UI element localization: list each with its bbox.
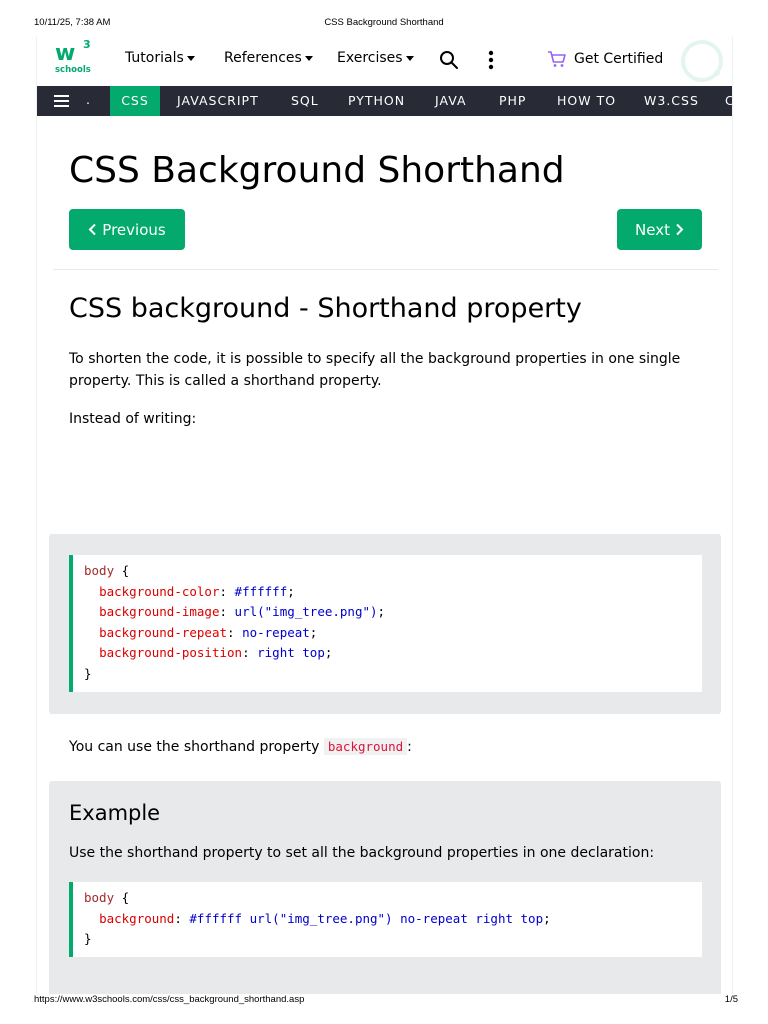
print-doc-title: CSS Background Shorthand bbox=[324, 17, 444, 28]
logo-sup: 3 bbox=[83, 38, 91, 51]
more-vertical-icon[interactable] bbox=[487, 50, 495, 70]
print-footer: https://www.w3schools.com/css/css_backgr… bbox=[0, 994, 768, 1008]
chevron-left-icon bbox=[88, 223, 97, 236]
tab-c[interactable]: C bbox=[725, 86, 732, 116]
menu-tutorials-label: Tutorials bbox=[125, 50, 184, 66]
section-title: CSS background - Shorthand property bbox=[69, 293, 582, 324]
spinner-icon bbox=[681, 40, 723, 82]
code-open-brace: { bbox=[121, 890, 130, 905]
menu-references[interactable]: References bbox=[224, 50, 313, 66]
print-url: https://www.w3schools.com/css/css_backgr… bbox=[34, 994, 305, 1005]
chevron-right-icon bbox=[676, 223, 684, 236]
code-value: #ffffff url("img_tree.png") no-repeat ri… bbox=[189, 910, 544, 926]
code-value: no-repeat bbox=[242, 624, 310, 640]
code-property: background-position bbox=[99, 645, 243, 660]
subject-navbar: . CSS JAVASCRIPT SQL PYTHON JAVA PHP HOW… bbox=[37, 86, 732, 116]
tab-sql[interactable]: SQL bbox=[291, 86, 319, 116]
tab-javascript[interactable]: JAVASCRIPT bbox=[177, 86, 259, 116]
instead-paragraph: Instead of writing: bbox=[69, 411, 197, 427]
next-label: Next bbox=[635, 220, 670, 239]
code-open-brace: { bbox=[121, 563, 130, 578]
page-frame: w 3 schools Tutorials References Exercis… bbox=[36, 36, 733, 994]
code-close-brace: } bbox=[84, 931, 92, 946]
code-value: #ffffff bbox=[234, 583, 288, 599]
page-title: CSS Background Shorthand bbox=[69, 150, 565, 191]
menu-exercises[interactable]: Exercises bbox=[337, 50, 414, 66]
caret-down-icon bbox=[186, 56, 195, 61]
code-property: background-color bbox=[99, 583, 220, 599]
intro-paragraph: To shorten the code, it is possible to s… bbox=[69, 351, 681, 389]
get-certified-link[interactable]: Get Certified bbox=[547, 50, 663, 68]
code-value: url("img_tree.png") bbox=[234, 604, 378, 619]
example-description: Use the shorthand property to set all th… bbox=[69, 845, 655, 861]
code-close-brace: } bbox=[84, 665, 92, 681]
example-code-block: body { background: #ffffff url("img_tree… bbox=[69, 882, 702, 957]
tab-how-to[interactable]: HOW TO bbox=[557, 86, 616, 116]
logo-mark: w bbox=[55, 41, 75, 66]
tab-php[interactable]: PHP bbox=[499, 86, 526, 116]
top-navbar: w 3 schools Tutorials References Exercis… bbox=[37, 36, 732, 86]
previous-button[interactable]: Previous bbox=[69, 209, 185, 250]
divider bbox=[53, 269, 718, 270]
example-title: Example bbox=[69, 801, 161, 825]
previous-label: Previous bbox=[102, 220, 166, 239]
next-button[interactable]: Next bbox=[617, 209, 702, 250]
get-certified-label: Get Certified bbox=[574, 51, 664, 67]
caret-down-icon bbox=[304, 56, 313, 61]
subnav-dot: . bbox=[86, 92, 91, 107]
logo-text: schools bbox=[55, 65, 91, 75]
search-icon[interactable] bbox=[439, 50, 459, 70]
tab-w3css[interactable]: W3.CSS bbox=[644, 86, 699, 116]
caret-down-icon bbox=[405, 56, 414, 61]
menu-exercises-label: Exercises bbox=[337, 50, 403, 66]
example-panel: Example Use the shorthand property to se… bbox=[49, 781, 721, 994]
code-selector: body bbox=[84, 563, 115, 578]
hamburger-menu-icon[interactable] bbox=[54, 95, 69, 107]
tab-css[interactable]: CSS bbox=[110, 86, 160, 116]
shorthand-end: : bbox=[407, 739, 412, 755]
code-block: body { background-color: #ffffff; backgr… bbox=[69, 555, 702, 692]
code-property: background-image bbox=[99, 604, 220, 619]
tab-java[interactable]: JAVA bbox=[435, 86, 467, 116]
code-property: background bbox=[99, 910, 175, 926]
code-selector: body bbox=[84, 890, 115, 905]
shorthand-paragraph: You can use the shorthand property backg… bbox=[69, 736, 689, 758]
tab-python[interactable]: PYTHON bbox=[348, 86, 405, 116]
print-page-number: 1/5 bbox=[724, 994, 738, 1005]
menu-references-label: References bbox=[224, 50, 302, 66]
print-header: 10/11/25, 7:38 AM CSS Background Shortha… bbox=[0, 17, 768, 31]
w3schools-logo[interactable]: w 3 schools bbox=[55, 38, 99, 77]
shorthand-text: You can use the shorthand property bbox=[69, 739, 320, 755]
menu-tutorials[interactable]: Tutorials bbox=[125, 50, 195, 66]
code-panel: body { background-color: #ffffff; backgr… bbox=[49, 534, 721, 714]
code-property: background-repeat bbox=[99, 624, 227, 640]
code-value: right top bbox=[257, 645, 325, 660]
inline-code-background: background bbox=[323, 738, 408, 755]
cart-icon bbox=[548, 51, 566, 67]
